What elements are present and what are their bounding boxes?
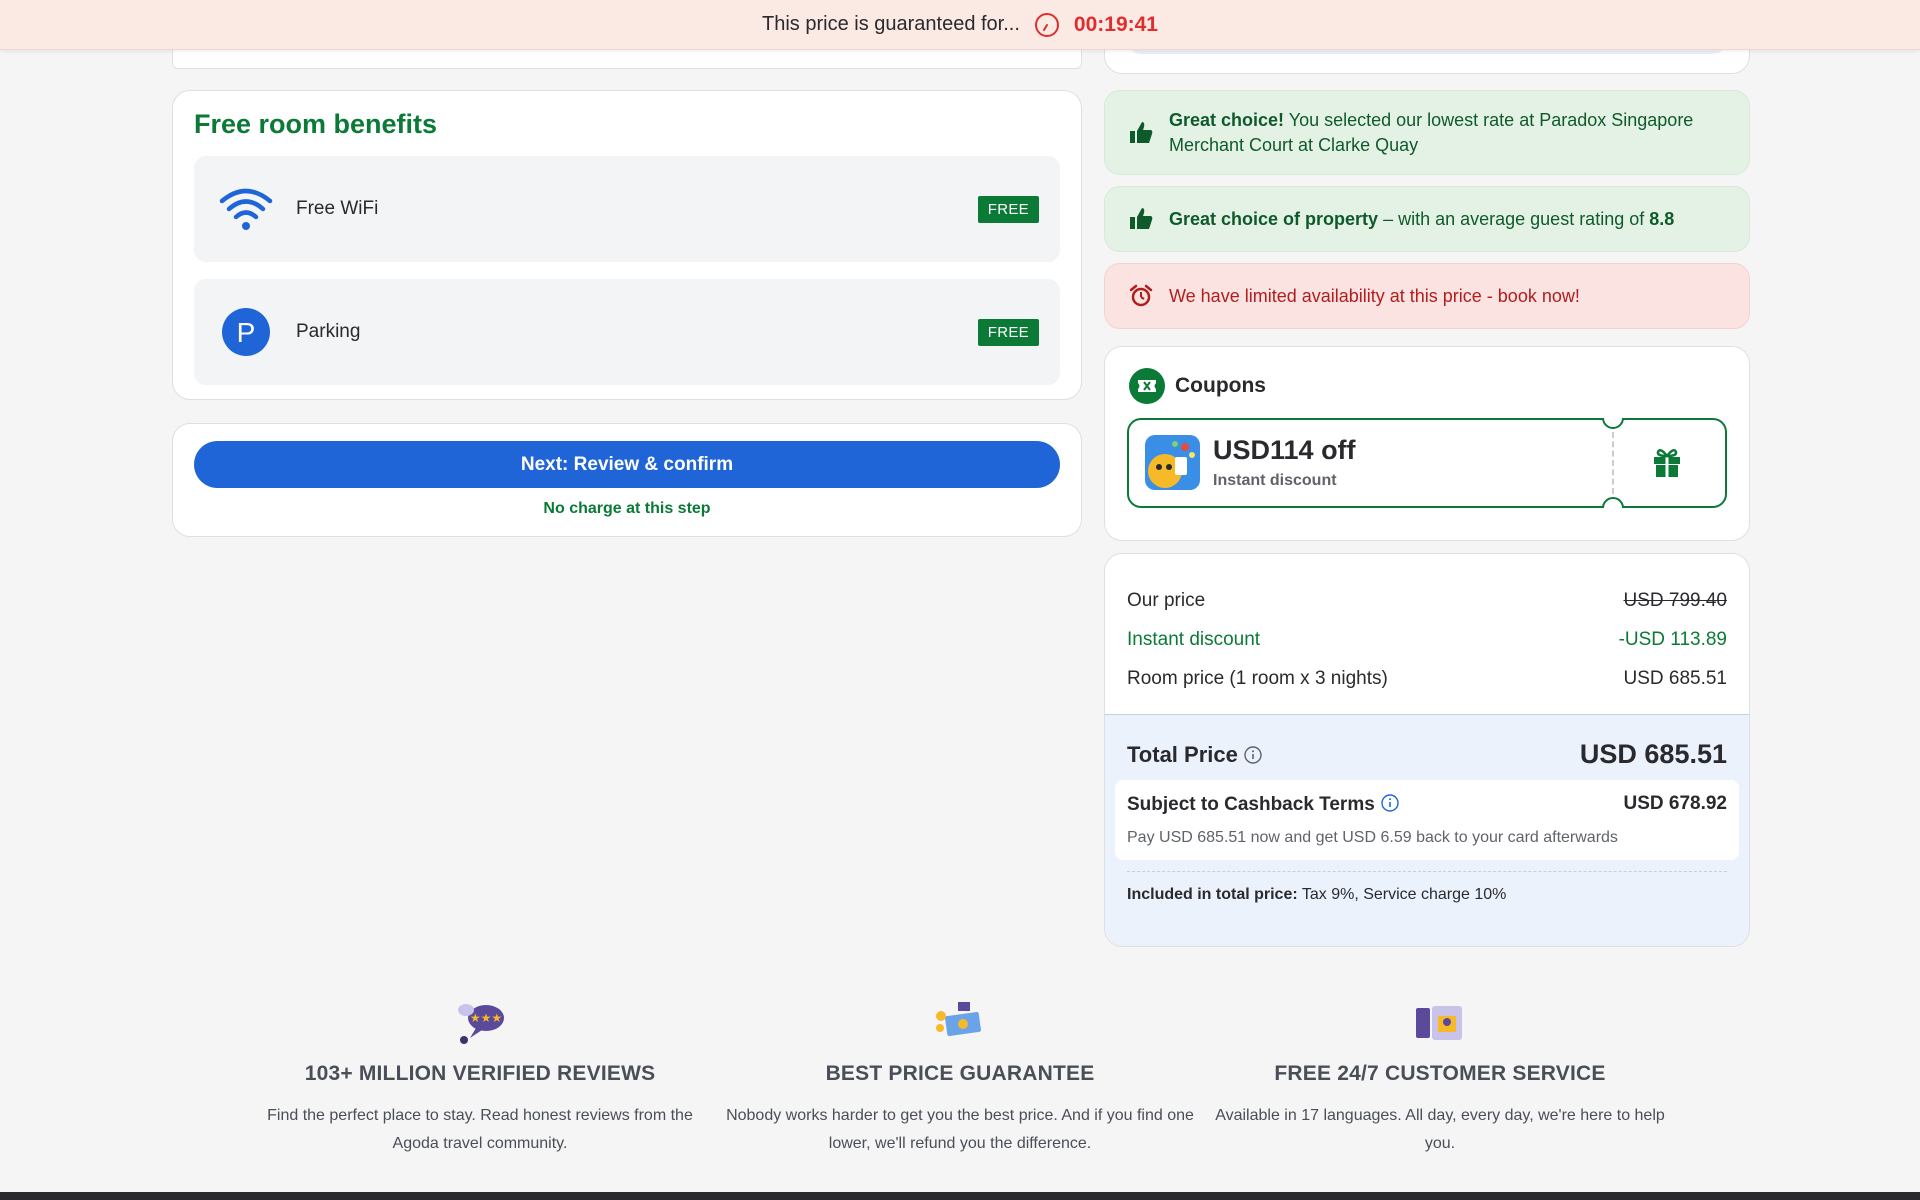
price-guarantee-banner: This price is guaranteed for... 00:19:41 <box>0 0 1920 50</box>
coupon-ticket[interactable]: USD114 off Instant discount <box>1127 418 1727 508</box>
coupons-card: Coupons USD114 off Instant discount <box>1104 346 1750 541</box>
thumbs-up-icon <box>1130 121 1153 143</box>
thumbs-up-icon <box>1130 208 1153 229</box>
customer-service-icon <box>1416 1006 1462 1040</box>
coupons-title: Coupons <box>1175 374 1266 397</box>
room-price-row: Room price (1 room x 3 nights) USD 685.5… <box>1127 668 1727 690</box>
property-rating-message: Great choice of property – with an avera… <box>1104 186 1750 252</box>
coupon-promo-illustration-icon <box>1145 435 1200 490</box>
parking-icon: P <box>222 308 270 356</box>
lowest-rate-message: Great choice! You selected our lowest ra… <box>1104 90 1750 175</box>
free-badge: FREE <box>977 196 1039 223</box>
cashback-value: USD 678.92 <box>1623 793 1727 814</box>
coupon-subtitle: Instant discount <box>1213 472 1337 489</box>
room-price-label: Room price (1 room x 3 nights) <box>1127 668 1388 689</box>
cashback-box: Subject to Cashback Terms USD 678.92 Pay… <box>1115 780 1739 860</box>
property-rating-text: Great choice of property – with an avera… <box>1169 208 1675 229</box>
next-review-confirm-button[interactable]: Next: Review & confirm <box>194 441 1060 488</box>
coupon-icon <box>1129 368 1165 404</box>
benefits-title: Free room benefits <box>194 109 438 139</box>
limited-availability-text: We have limited availability at this pri… <box>1169 285 1580 306</box>
total-price-value: USD 685.51 <box>1579 739 1727 769</box>
feature-best-price: BEST PRICE GUARANTEE Nobody works harder… <box>720 998 1200 1158</box>
cashback-label: Subject to Cashback Terms <box>1127 794 1399 816</box>
included-in-price: Included in total price: Tax 9%, Service… <box>1127 886 1507 903</box>
alarm-clock-icon <box>1129 284 1153 307</box>
feature-text: Available in 17 languages. All day, ever… <box>1215 1107 1665 1152</box>
benefit-label: Free WiFi <box>296 198 379 219</box>
next-step-card: Next: Review & confirm No charge at this… <box>172 423 1082 537</box>
cashback-note: Pay USD 685.51 now and get USD 6.59 back… <box>1127 829 1618 846</box>
info-icon[interactable] <box>1381 794 1399 812</box>
clock-icon <box>1034 12 1059 37</box>
feature-text: Nobody works harder to get you the best … <box>726 1107 1194 1152</box>
countdown-timer: 00:19:41 <box>1073 12 1158 36</box>
benefit-label: Parking <box>296 321 361 342</box>
instant-discount-value: -USD 113.89 <box>1618 629 1727 650</box>
our-price-label: Our price <box>1127 590 1206 611</box>
gift-icon[interactable] <box>1649 444 1685 480</box>
limited-availability-message: We have limited availability at this pri… <box>1104 263 1750 329</box>
our-price-value: USD 799.40 <box>1623 590 1727 611</box>
instant-discount-label: Instant discount <box>1127 629 1261 650</box>
instant-discount-row: Instant discount -USD 113.89 <box>1127 629 1727 651</box>
svg-text:★★★: ★★★ <box>470 1011 502 1025</box>
reviews-chat-icon: ★★★ <box>458 1004 504 1044</box>
total-price-label: Total Price <box>1127 742 1262 768</box>
info-icon[interactable] <box>1244 746 1262 764</box>
wifi-icon <box>219 188 273 230</box>
our-price-row: Our price USD 799.40 <box>1127 590 1727 612</box>
no-charge-note: No charge at this step <box>543 500 711 517</box>
feature-title: FREE 24/7 CUSTOMER SERVICE <box>1274 1062 1606 1085</box>
svg-text:P: P <box>237 317 256 348</box>
room-price-value: USD 685.51 <box>1623 668 1727 689</box>
footer-edge <box>0 1192 1920 1200</box>
benefit-wifi: Free WiFi FREE <box>194 156 1060 262</box>
price-guarantee-text: This price is guaranteed for... <box>762 13 1020 35</box>
coupon-amount: USD114 off <box>1213 435 1356 465</box>
feature-customer-service: FREE 24/7 CUSTOMER SERVICE Available in … <box>1200 998 1680 1158</box>
best-price-icon <box>936 1002 981 1037</box>
feature-text: Find the perfect place to stay. Read hon… <box>267 1107 693 1152</box>
price-summary-card: Our price USD 799.40 Instant discount -U… <box>1104 553 1750 947</box>
free-badge: FREE <box>977 319 1039 346</box>
total-price-section: Total Price USD 685.51 Subject to Cashba… <box>1105 714 1749 946</box>
feature-title: BEST PRICE GUARANTEE <box>825 1062 1095 1085</box>
divider <box>1127 871 1727 872</box>
feature-title: 103+ MILLION VERIFIED REVIEWS <box>304 1062 656 1085</box>
benefit-parking: P Parking FREE <box>194 279 1060 385</box>
feature-verified-reviews: ★★★ 103+ MILLION VERIFIED REVIEWS Find t… <box>240 998 720 1158</box>
free-room-benefits-card: Free room benefits Free WiFi FREE P Park… <box>172 90 1082 400</box>
lowest-rate-text: Great choice! You selected our lowest ra… <box>1169 109 1694 155</box>
